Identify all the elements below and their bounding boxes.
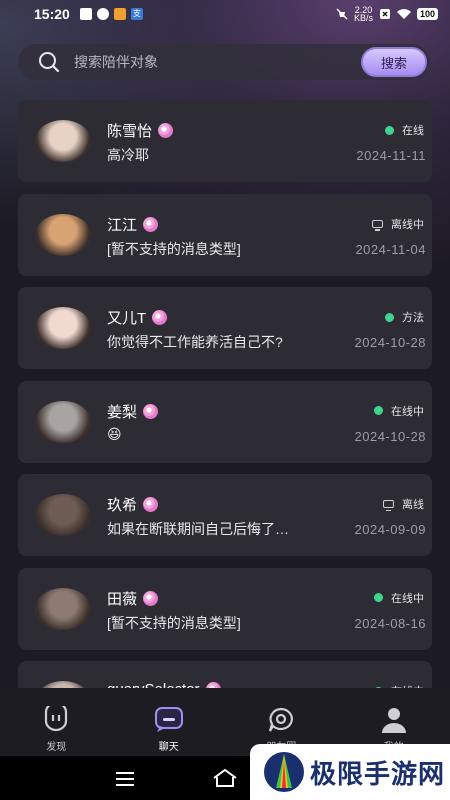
- last-message: [暂不支持的消息类型]: [107, 240, 241, 257]
- chat-date: 2024-11-04: [355, 241, 426, 257]
- online-dot-icon: [385, 125, 394, 135]
- nav-label-discover: 发现: [46, 742, 67, 753]
- avatar[interactable]: [35, 681, 91, 688]
- mute-icon: [336, 8, 348, 20]
- watermark-text: 极限手游网: [310, 758, 446, 789]
- battery-indicator: 100: [416, 8, 438, 20]
- watermark-logo: 极限手游网: [250, 744, 450, 800]
- chat-name: 陈雪怡: [107, 123, 153, 140]
- search-input[interactable]: 搜索陪伴对象: [74, 52, 361, 72]
- nav-label-chat: 聊天: [158, 742, 179, 753]
- link-icon: [96, 8, 109, 20]
- vip-badge-icon: [143, 403, 159, 419]
- presence-status: 在线中: [374, 403, 424, 419]
- online-dot-icon: [385, 312, 394, 322]
- chat-name: 玖希: [107, 497, 138, 514]
- status-bar: 15:20 支 2.20 KB/s 100: [0, 0, 450, 28]
- chat-name-row: 姜梨: [107, 401, 159, 422]
- avatar[interactable]: [35, 400, 91, 443]
- online-dot-icon: [374, 593, 383, 602]
- avatar[interactable]: [35, 213, 91, 256]
- chat-name: 姜梨: [107, 403, 138, 421]
- chat-name-row: 江江: [107, 214, 159, 235]
- avatar[interactable]: [35, 120, 91, 162]
- vip-badge-icon: [158, 123, 174, 138]
- presence-status-text: 方法: [402, 312, 424, 324]
- chat-name: querySelector: [107, 681, 200, 688]
- avatar[interactable]: [35, 587, 91, 630]
- vip-badge-icon: [152, 310, 168, 325]
- chat-name-row: 田薇: [107, 588, 159, 609]
- notification-icons: 支: [79, 8, 143, 20]
- presence-status: 在线中: [374, 590, 424, 606]
- last-message: 你觉得不工作能养活自己不?: [107, 334, 283, 350]
- chat-card[interactable]: 江江 [暂不支持的消息类型] 离线中 2024-11-04: [18, 193, 432, 276]
- chat-name: 江江: [107, 216, 138, 234]
- presence-status-text: 在线中: [391, 405, 424, 418]
- chat-card[interactable]: 田薇 [暂不支持的消息类型] 在线中 2024-08-16: [18, 567, 432, 650]
- vip-badge-icon: [143, 590, 159, 606]
- chat-icon: [154, 707, 183, 732]
- mail-icon: [79, 8, 92, 20]
- menu-icon[interactable]: [116, 772, 134, 786]
- presence-status-text: 在线: [402, 125, 424, 137]
- chat-name-row: 又儿T: [107, 307, 168, 328]
- discover-icon: [45, 706, 68, 732]
- nav-item-chat[interactable]: 聊天: [113, 688, 226, 756]
- chat-date: 2024-10-28: [354, 428, 426, 444]
- offline-monitor-icon: [372, 219, 383, 231]
- presence-status: 在线: [385, 122, 424, 138]
- avatar[interactable]: [35, 307, 91, 349]
- chat-card[interactable]: querySelector在线中: [18, 661, 432, 688]
- chat-date: 2024-11-11: [356, 148, 426, 163]
- network-speed: 2.20 KB/s: [353, 5, 373, 23]
- chat-date: 2024-08-16: [354, 615, 426, 631]
- search-button[interactable]: 搜索: [361, 47, 427, 77]
- presence-status-text: 离线: [402, 499, 424, 511]
- vip-badge-icon: [143, 497, 159, 512]
- presence-status: 离线中: [372, 216, 424, 232]
- search-bar[interactable]: 搜索陪伴对象 搜索: [18, 44, 430, 80]
- last-message: 😆: [107, 425, 122, 442]
- chat-name-row: 玖希: [107, 494, 159, 515]
- app-notification-icon: [113, 8, 126, 20]
- profile-icon: [381, 708, 406, 733]
- chat-name: 又儿T: [107, 310, 147, 327]
- search-icon: [39, 52, 60, 73]
- vip-badge-icon: [143, 216, 159, 232]
- wifi-icon: [396, 8, 411, 19]
- presence-status: 方法: [385, 309, 424, 325]
- last-message: 高冷耶: [107, 147, 149, 163]
- last-message: [暂不支持的消息类型]: [107, 614, 241, 631]
- offline-monitor-icon: [383, 500, 394, 511]
- chat-card[interactable]: 玖希如果在断联期间自己后悔了… 离线 2024-09-09: [18, 474, 432, 556]
- chat-list[interactable]: 陈雪怡高冷耶 在线 2024-11-11 江江 [暂不支持的消息类型] 离线中 2024-1…: [18, 100, 432, 688]
- last-message: 如果在断联期间自己后悔了…: [107, 521, 289, 537]
- chat-card[interactable]: 又儿T 你觉得不工作能养活自己不? 方法 2024-10-28: [18, 287, 432, 369]
- chat-name-row: querySelector: [107, 681, 221, 688]
- presence-status-text: 离线中: [391, 218, 424, 231]
- status-right: 2.20 KB/s 100: [336, 5, 438, 23]
- chat-date: 2024-10-28: [354, 335, 426, 350]
- chat-name-row: 陈雪怡: [107, 120, 174, 141]
- watermark-mark-icon: [264, 752, 304, 792]
- no-sim-icon: [379, 9, 390, 19]
- chat-card[interactable]: 姜梨 😆 在线中 2024-10-28: [18, 380, 432, 463]
- status-time: 15:20: [34, 6, 70, 22]
- chat-name: 田薇: [107, 590, 138, 608]
- moments-icon: [269, 707, 294, 732]
- presence-status-text: 在线中: [391, 592, 424, 605]
- avatar[interactable]: [35, 494, 91, 536]
- online-dot-icon: [374, 406, 383, 415]
- alipay-icon: 支: [130, 8, 143, 20]
- home-icon[interactable]: [212, 768, 238, 788]
- presence-status: 离线: [383, 496, 424, 512]
- chat-card[interactable]: 陈雪怡高冷耶 在线 2024-11-11: [18, 100, 432, 182]
- chat-date: 2024-09-09: [354, 522, 426, 537]
- nav-item-discover[interactable]: 发现: [0, 688, 113, 756]
